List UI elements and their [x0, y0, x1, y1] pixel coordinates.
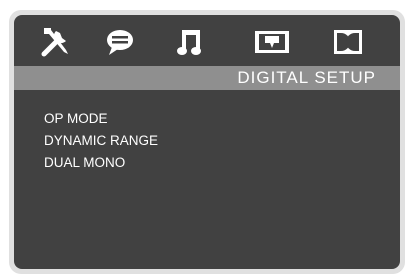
osd-frame: DIGITAL SETUP OP MODE DYNAMIC RANGE DUAL…: [9, 10, 405, 274]
tab-language-setup[interactable]: [98, 21, 142, 63]
tab-digital-setup[interactable]: [326, 21, 370, 63]
page-title-bar: DIGITAL SETUP: [14, 66, 400, 90]
menu-item-op-mode[interactable]: OP MODE: [44, 108, 158, 130]
tools-icon: [41, 28, 68, 57]
menu-item-dual-mono[interactable]: DUAL MONO: [44, 152, 158, 174]
setup-tab-bar: [14, 21, 400, 63]
music-note-icon: [177, 30, 201, 55]
page-title: DIGITAL SETUP: [237, 68, 376, 87]
tab-video-setup[interactable]: [250, 21, 294, 63]
digital-setup-menu: OP MODE DYNAMIC RANGE DUAL MONO: [44, 108, 158, 174]
tab-general-setup[interactable]: [34, 21, 78, 63]
video-screen-icon: [255, 31, 289, 53]
dolby-icon: [334, 30, 362, 54]
setup-screen: DIGITAL SETUP OP MODE DYNAMIC RANGE DUAL…: [14, 15, 400, 269]
tab-audio-setup[interactable]: [168, 21, 212, 63]
menu-item-dynamic-range[interactable]: DYNAMIC RANGE: [44, 130, 158, 152]
speech-bubble-icon: [107, 30, 133, 55]
